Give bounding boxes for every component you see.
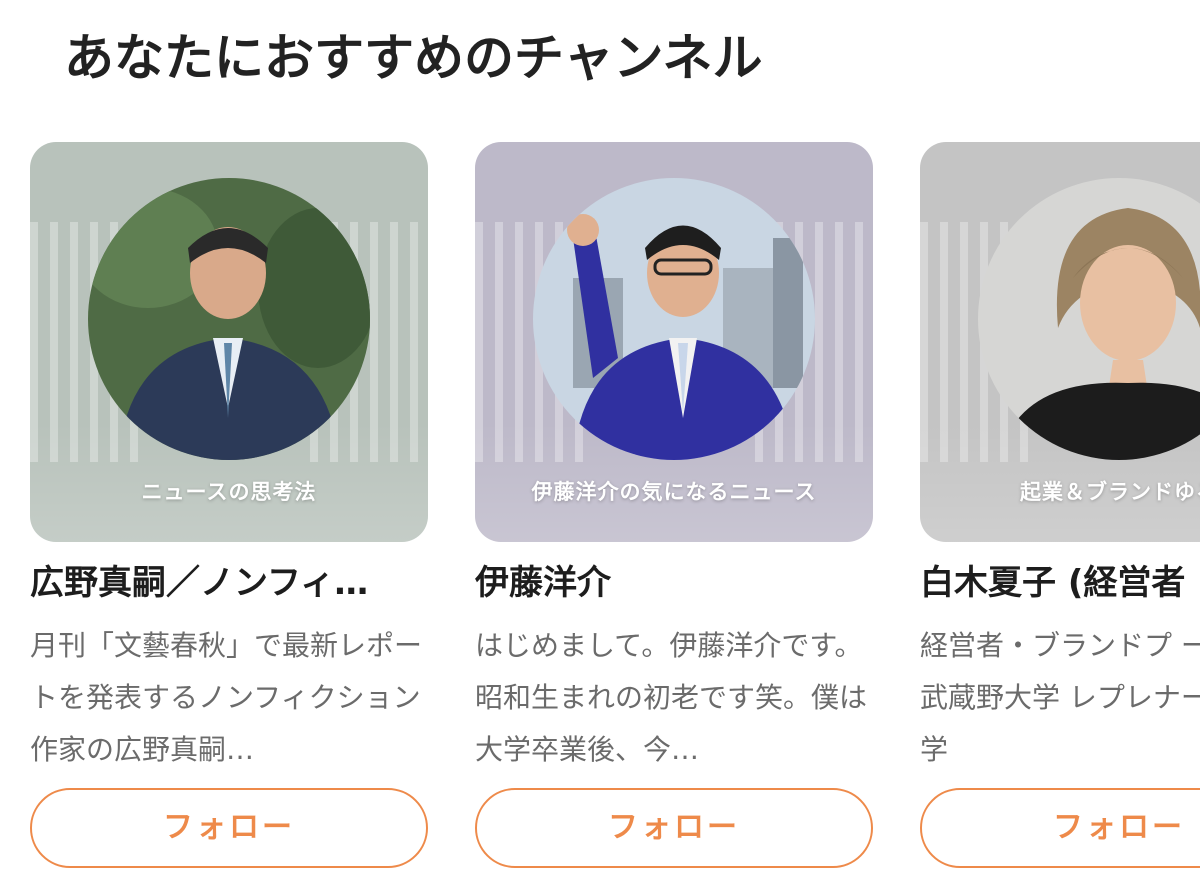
channel-carousel[interactable]: ニュースの思考法 広野真嗣／ノンフィ… 月刊「文藝春秋」で最新レポートを発表する… <box>0 142 1200 894</box>
recommended-channels-page: あなたにおすすめのチャンネル ニュースの思考法 広野真嗣／ノンフィ… 月刊「文藝… <box>0 0 1200 894</box>
channel-description: 月刊「文藝春秋」で最新レポートを発表するノンフィクション作家の広野真嗣… <box>30 629 423 766</box>
channel-description: はじめまして。伊藤洋介です。昭和生まれの初老です笑。僕は大学卒業後、今… <box>475 629 868 766</box>
channel-cover[interactable]: 伊藤洋介の気になるニュース <box>475 142 873 542</box>
person-photo-icon <box>88 178 370 460</box>
channel-name[interactable]: 白木夏子 (経営者 <box>920 560 1200 606</box>
channel-card[interactable]: ニュースの思考法 広野真嗣／ノンフィ… 月刊「文藝春秋」で最新レポートを発表する… <box>30 142 428 882</box>
avatar <box>88 178 370 460</box>
avatar <box>533 178 815 460</box>
follow-button[interactable]: フォロー <box>475 788 873 868</box>
section-title: あなたにおすすめのチャンネル <box>64 29 763 87</box>
cover-label: 伊藤洋介の気になるニュース <box>531 480 817 504</box>
channel-description: 経営者・ブランドプ ーサー・武蔵野大学 レプレナーシップ学 <box>920 629 1200 766</box>
cover-label: ニュースの思考法 <box>141 480 317 504</box>
channel-name[interactable]: 伊藤洋介 <box>475 560 873 606</box>
channel-name[interactable]: 広野真嗣／ノンフィ… <box>30 560 428 606</box>
person-photo-icon <box>533 178 815 460</box>
follow-button[interactable]: フォロー <box>30 788 428 868</box>
channel-cover[interactable]: ニュースの思考法 <box>30 142 428 542</box>
follow-button[interactable]: フォロー <box>920 788 1200 868</box>
channel-cover[interactable]: 起業＆ブランドゆる <box>920 142 1200 542</box>
channel-card[interactable]: 伊藤洋介の気になるニュース 伊藤洋介 はじめまして。伊藤洋介です。昭和生まれの初… <box>475 142 873 882</box>
channel-card[interactable]: 起業＆ブランドゆる 白木夏子 (経営者 経営者・ブランドプ ーサー・武蔵野大学 … <box>920 142 1200 882</box>
cover-label: 起業＆ブランドゆる <box>1020 480 1200 504</box>
